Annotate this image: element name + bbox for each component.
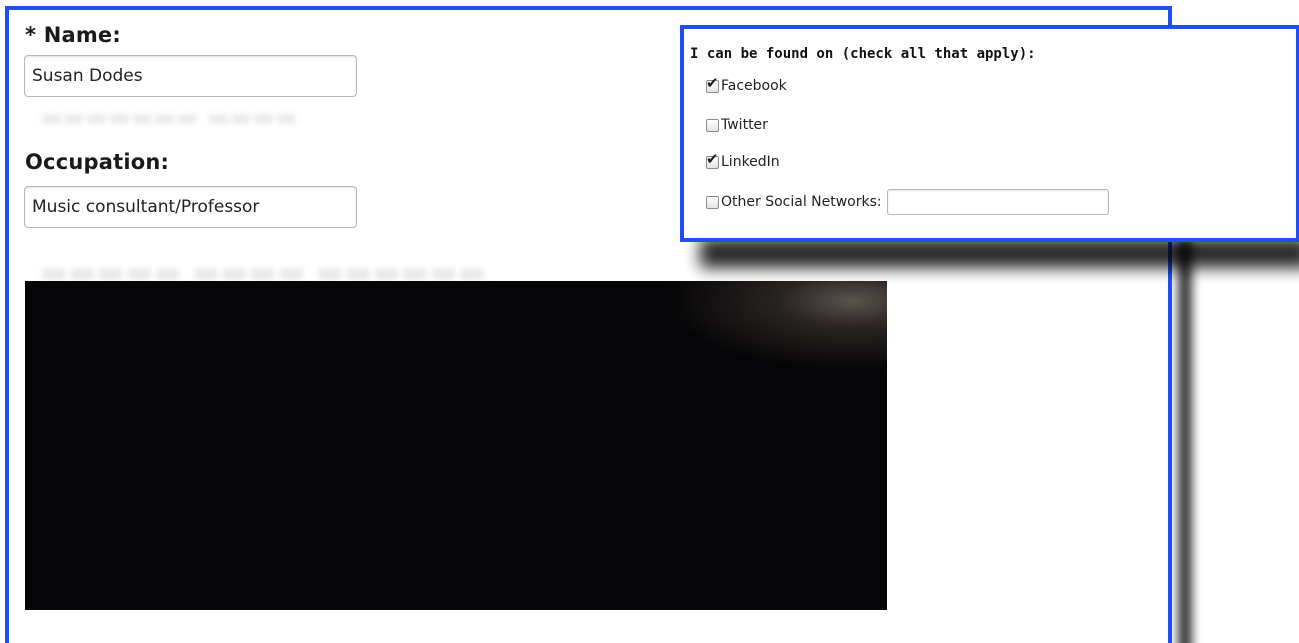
occupation-label: Occupation:	[25, 150, 170, 174]
facebook-label: Facebook	[721, 78, 787, 94]
video-player[interactable]	[25, 281, 887, 610]
linkedin-checkbox[interactable]: ✔	[706, 151, 719, 169]
popup-shadow	[700, 238, 1299, 268]
linkedin-option[interactable]: ✔ LinkedIn	[706, 151, 780, 172]
panel-shadow	[1178, 240, 1192, 643]
linkedin-label: LinkedIn	[721, 154, 780, 170]
social-networks-popup: I can be found on (check all that apply)…	[680, 25, 1299, 242]
other-networks-input[interactable]	[886, 189, 1109, 215]
name-label: * Name:	[25, 23, 121, 47]
name-input[interactable]: Susan Dodes	[24, 55, 357, 97]
checkmark-icon: ✔	[706, 73, 719, 92]
other-networks-label: Other Social Networks:	[721, 194, 882, 210]
twitter-option[interactable]: Twitter	[706, 115, 768, 135]
twitter-checkbox[interactable]	[706, 118, 719, 132]
occupation-input[interactable]: Music consultant/Professor	[24, 186, 357, 228]
checkmark-icon: ✔	[706, 149, 719, 168]
facebook-option[interactable]: ✔ Facebook	[706, 75, 787, 96]
page: ▬▬▬▬▬ ▬▬▬▬ ▬▬▬▬▬▬ ▬▬▬▬▬▬▬ ▬▬▬▬ * Name: S…	[0, 0, 1299, 643]
other-networks-checkbox[interactable]	[706, 195, 719, 209]
other-networks-option: Other Social Networks:	[706, 189, 1109, 215]
facebook-checkbox[interactable]: ✔	[706, 75, 719, 93]
social-networks-heading: I can be found on (check all that apply)…	[690, 46, 1036, 62]
twitter-label: Twitter	[721, 117, 768, 133]
